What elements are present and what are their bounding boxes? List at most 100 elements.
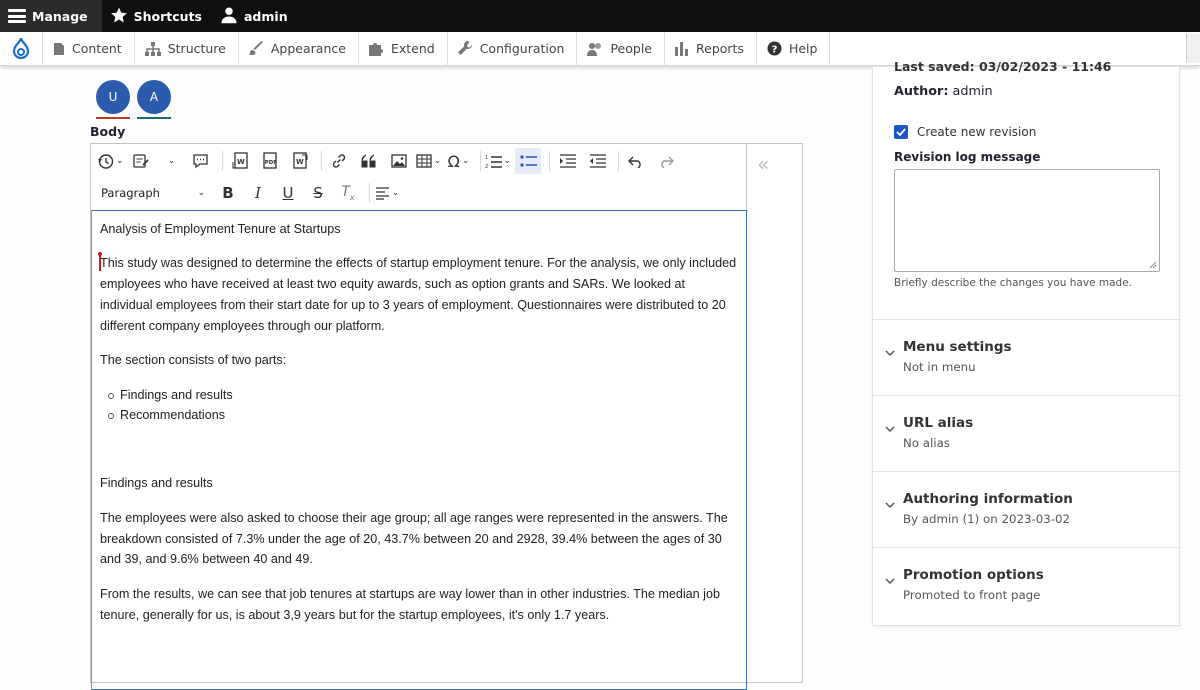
revision-log-label: Revision log message — [894, 150, 1041, 164]
avatar[interactable]: A — [137, 80, 171, 114]
undo-icon — [628, 156, 641, 168]
image-icon — [390, 154, 407, 168]
menu-help[interactable]: ? Help — [757, 32, 831, 65]
wrench-icon — [457, 41, 472, 55]
comment-icon — [193, 154, 208, 169]
editor-content-area[interactable]: Analysis of Employment Tenure at Startup… — [91, 210, 747, 690]
url-alias-section[interactable]: URL alias No alias — [873, 395, 1179, 471]
findings-heading: Findings and results — [100, 476, 213, 491]
chevron-down-icon: ⌄ — [433, 156, 442, 166]
redo-icon — [661, 156, 675, 168]
manage-button[interactable]: Manage — [0, 0, 102, 32]
bold-button[interactable]: B — [215, 180, 241, 206]
user-icon — [220, 6, 238, 27]
revision-log-textarea[interactable] — [894, 169, 1160, 272]
create-revision-checkbox[interactable]: Create new revision — [894, 125, 1036, 139]
menu-reports-label: Reports — [696, 41, 744, 56]
import-word-button[interactable]: W — [227, 148, 253, 174]
revision-history-button[interactable]: ⌄ — [97, 148, 124, 174]
numbered-list-button[interactable]: 12 ⌄ — [485, 148, 512, 174]
shortcuts-button[interactable]: Shortcuts — [102, 0, 212, 32]
help-icon: ? — [767, 41, 782, 56]
special-characters-button[interactable]: Ω ⌄ — [446, 148, 472, 174]
admin-toolbar: Manage Shortcuts admin — [0, 0, 1200, 32]
node-settings-sidebar: Last saved: 03/02/2023 - 11:46 Author: a… — [872, 59, 1180, 626]
outdent-button[interactable] — [584, 148, 610, 174]
strikethrough-icon: S — [313, 184, 323, 202]
link-icon — [332, 154, 345, 168]
menu-people[interactable]: People — [577, 32, 665, 65]
heading-select[interactable]: Paragraph ⌄ — [97, 180, 209, 206]
chevron-down-icon: ⌄ — [391, 188, 400, 198]
section-title: Menu settings — [903, 339, 1012, 355]
collapse-sidebar-icon[interactable]: « — [757, 152, 769, 176]
menu-structure-label: Structure — [167, 41, 226, 56]
promotion-options-section[interactable]: Promotion options Promoted to front page — [873, 547, 1179, 623]
svg-text:1: 1 — [485, 155, 488, 161]
user-button[interactable]: admin — [212, 0, 298, 32]
export-pdf-button[interactable]: PDF — [257, 148, 283, 174]
indent-icon — [559, 154, 576, 168]
last-saved-text: Last saved: 03/02/2023 - 11:46 — [894, 59, 1112, 74]
intro-paragraph: This study was designed to determine the… — [100, 256, 737, 333]
bulleted-list-button[interactable] — [515, 148, 542, 174]
manage-label: Manage — [32, 8, 88, 24]
chevron-down-icon: ⌄ — [197, 188, 205, 198]
bar-chart-icon — [675, 41, 688, 56]
section-intro: The section consists of two parts: — [100, 353, 287, 368]
history-icon — [98, 153, 114, 169]
chevron-down-icon: ⌄ — [461, 156, 470, 166]
text-align-button[interactable]: ⌄ — [374, 180, 400, 206]
user-label: admin — [244, 8, 288, 24]
remove-format-button[interactable]: Tx — [335, 180, 361, 206]
menu-structure[interactable]: Structure — [135, 32, 239, 65]
heading-select-value: Paragraph — [101, 186, 160, 200]
indent-button[interactable] — [554, 148, 580, 174]
chevron-down-icon — [885, 350, 895, 357]
redo-button[interactable] — [653, 148, 679, 174]
menu-content-label: Content — [72, 41, 122, 56]
track-changes-dropdown[interactable]: ⌄ — [158, 148, 184, 174]
strikethrough-button[interactable]: S — [305, 180, 331, 206]
checkbox-checked-icon[interactable] — [894, 125, 908, 139]
resize-handle-icon[interactable] — [1149, 261, 1157, 269]
editor-toolbar-row: Paragraph ⌄ B I U S Tx ⌄ — [97, 178, 404, 208]
table-icon — [416, 154, 432, 168]
menu-reports[interactable]: Reports — [665, 32, 757, 65]
drupal-logo-icon[interactable] — [0, 32, 43, 65]
menu-configuration-label: Configuration — [479, 41, 565, 56]
link-button[interactable] — [326, 148, 352, 174]
export-word-button[interactable]: W — [287, 148, 313, 174]
italic-button[interactable]: I — [245, 180, 271, 206]
author-info: Author: admin — [894, 84, 993, 99]
menu-configuration[interactable]: Configuration — [448, 32, 578, 65]
brush-icon — [248, 41, 263, 55]
revision-log-help: Briefly describe the changes you have ma… — [894, 277, 1133, 289]
authoring-information-section[interactable]: Authoring information By admin (1) on 20… — [873, 471, 1179, 547]
blockquote-button[interactable] — [356, 148, 382, 174]
comments-button[interactable] — [188, 148, 214, 174]
track-changes-icon — [132, 154, 149, 168]
section-summary: No alias — [903, 436, 950, 450]
menu-extend[interactable]: Extend — [359, 32, 448, 65]
align-left-icon — [375, 186, 389, 200]
undo-button[interactable] — [623, 148, 649, 174]
track-changes-button[interactable] — [128, 148, 154, 174]
menu-settings-section[interactable]: Menu settings Not in menu — [873, 319, 1179, 395]
insert-image-button[interactable] — [386, 148, 412, 174]
menu-content[interactable]: Content — [43, 32, 135, 65]
export-word-icon: W — [292, 152, 308, 169]
collaborator-cursor — [98, 252, 102, 271]
insert-table-button[interactable]: ⌄ — [416, 148, 442, 174]
remove-format-icon: Tx — [341, 184, 355, 202]
omega-icon: Ω — [447, 151, 460, 171]
chevron-down-icon: ⌄ — [503, 156, 512, 166]
toolbar-scroll-edge[interactable] — [1186, 34, 1200, 63]
svg-text:PDF: PDF — [264, 160, 276, 166]
underline-button[interactable]: U — [275, 180, 301, 206]
chevron-down-icon: ⌄ — [167, 156, 176, 166]
menu-appearance[interactable]: Appearance — [239, 32, 359, 65]
list-item: Recommendations — [108, 405, 738, 426]
avatar[interactable]: U — [96, 80, 130, 114]
section-title: Authoring information — [903, 491, 1073, 507]
